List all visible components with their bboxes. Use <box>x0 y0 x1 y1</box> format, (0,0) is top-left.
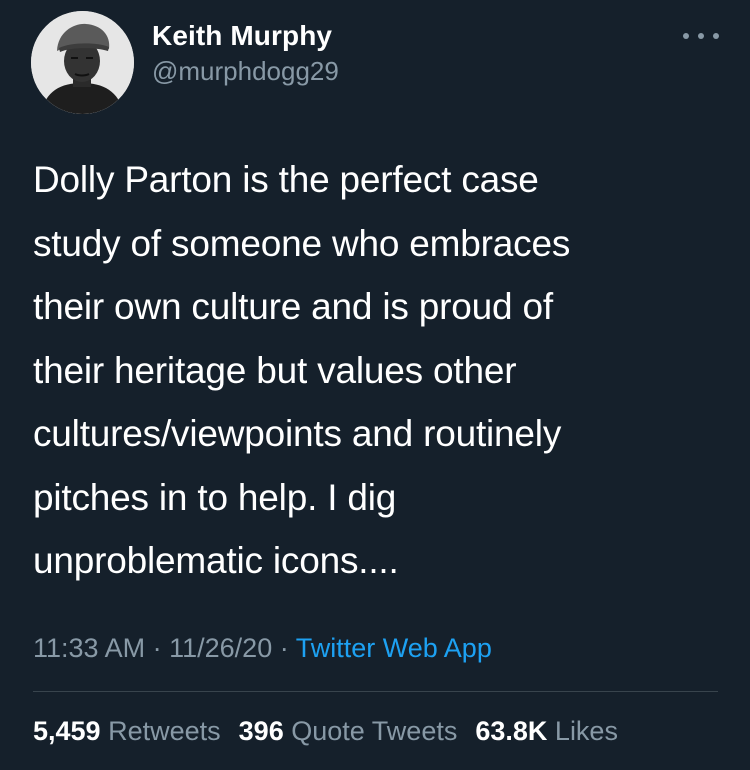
avatar[interactable] <box>31 11 134 114</box>
tweet-text-line: their own culture and is proud of <box>33 286 553 327</box>
meta-separator: · <box>279 633 289 663</box>
tweet-text-line: cultures/viewpoints and routinely <box>33 413 562 454</box>
dot <box>713 33 719 39</box>
dot <box>683 33 689 39</box>
tweet-text: Dolly Parton is the perfect case study o… <box>33 148 723 593</box>
tweet-text-line: unproblematic icons.... <box>33 540 399 581</box>
more-horizontal-icon[interactable] <box>683 26 719 46</box>
retweets-count: 5,459 <box>33 716 101 746</box>
tweet-text-line: pitches in to help. I dig <box>33 476 397 518</box>
author-handle[interactable]: @murphdogg29 <box>152 56 339 87</box>
tweet-text-line: their heritage but values other <box>33 349 517 391</box>
tweet-meta: 11:33 AM · 11/26/20 · Twitter Web App <box>33 633 492 664</box>
profile-photo-icon <box>31 11 134 114</box>
tweet-source-link[interactable]: Twitter Web App <box>296 633 492 663</box>
divider <box>33 691 718 692</box>
quote-tweets-stat[interactable]: 396 Quote Tweets <box>239 716 458 746</box>
author-name[interactable]: Keith Murphy <box>152 20 332 52</box>
tweet-date[interactable]: 11/26/20 <box>169 633 272 663</box>
likes-label: Likes <box>554 716 618 746</box>
meta-separator: · <box>152 633 162 663</box>
likes-stat[interactable]: 63.8K Likes <box>475 716 618 746</box>
tweet-text-line: study of someone who embraces <box>33 222 571 264</box>
retweets-label: Retweets <box>108 716 221 746</box>
dot <box>698 33 704 39</box>
quote-tweets-label: Quote Tweets <box>291 716 458 746</box>
tweet-text-line: Dolly Parton is the perfect case <box>33 159 539 200</box>
tweet-card: Keith Murphy @murphdogg29 Dolly Parton i… <box>0 0 750 770</box>
tweet-time[interactable]: 11:33 AM <box>33 633 145 663</box>
quote-tweets-count: 396 <box>238 716 284 746</box>
likes-count: 63.8K <box>475 716 548 746</box>
tweet-stats: 5,459 Retweets 396 Quote Tweets 63.8K Like… <box>33 716 618 747</box>
retweets-stat[interactable]: 5,459 Retweets <box>33 716 221 746</box>
